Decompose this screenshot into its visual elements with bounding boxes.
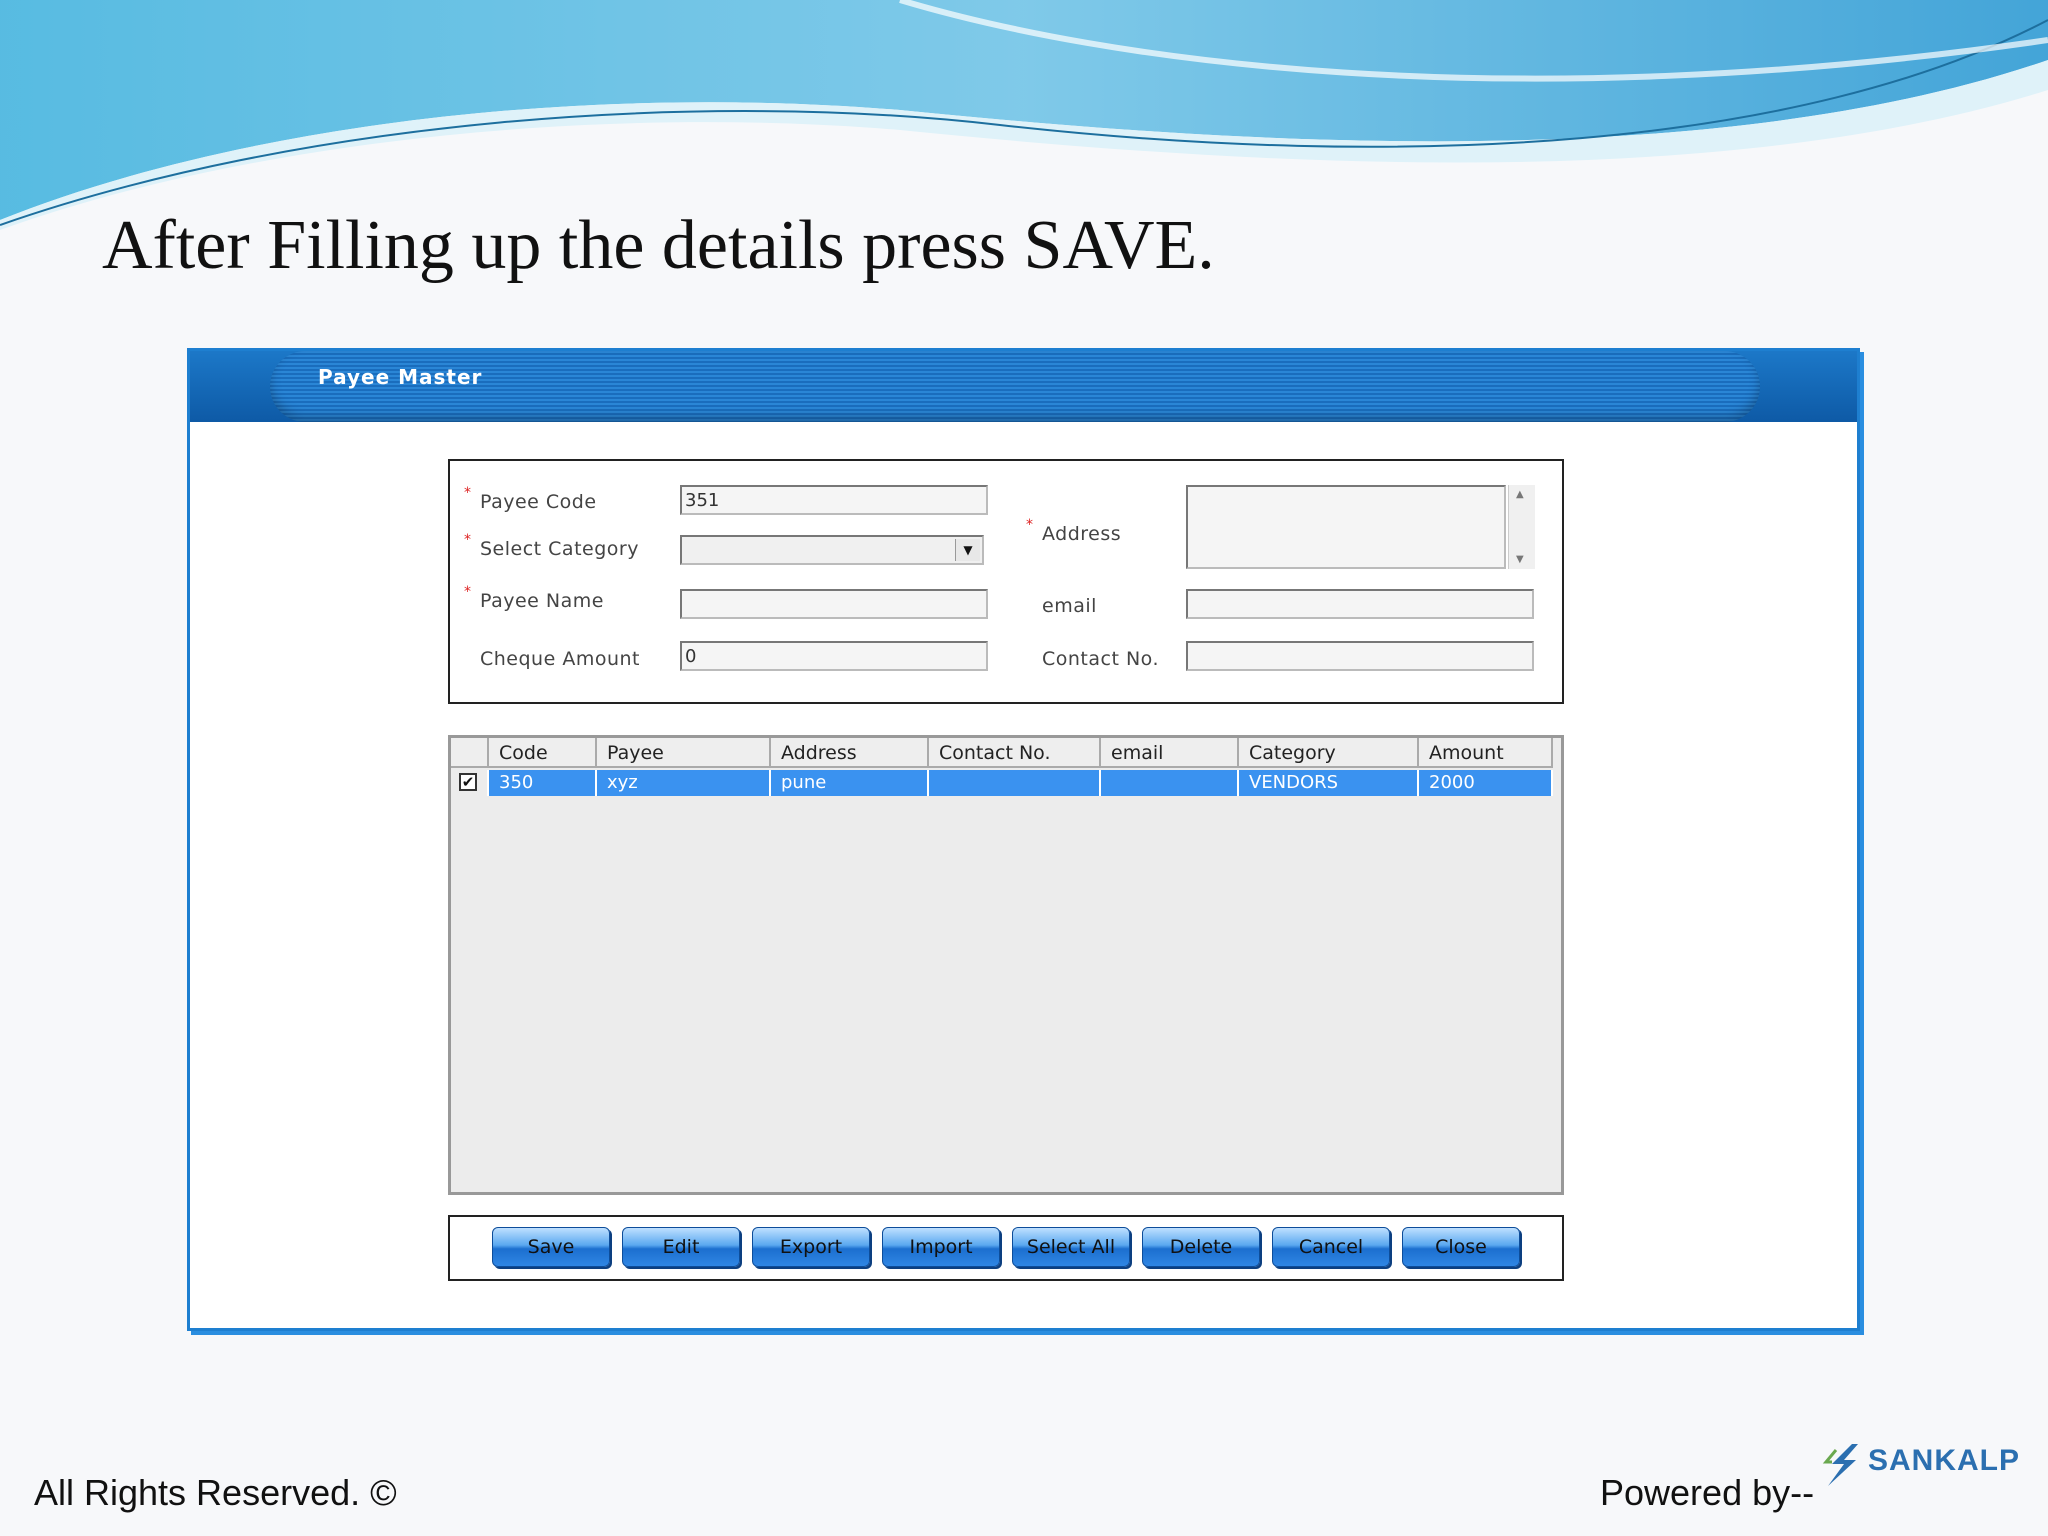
- close-button[interactable]: Close: [1402, 1227, 1520, 1267]
- column-header-email[interactable]: email: [1101, 738, 1239, 768]
- column-header-category[interactable]: Category: [1239, 738, 1419, 768]
- cell-address: pune: [771, 770, 929, 796]
- column-header-amount[interactable]: Amount: [1419, 738, 1553, 768]
- column-header-contact[interactable]: Contact No.: [929, 738, 1101, 768]
- payee-code-input[interactable]: [680, 485, 988, 515]
- row-checkbox[interactable]: ✔: [459, 773, 477, 791]
- select-all-button[interactable]: Select All: [1012, 1227, 1130, 1267]
- payee-code-label: Payee Code: [464, 485, 597, 513]
- footer-powered-by: Powered by--: [1600, 1472, 1815, 1513]
- window-title: Payee Master: [318, 365, 483, 389]
- email-input[interactable]: [1186, 589, 1534, 619]
- payee-form: Payee Code Select Category ▼ Payee Name …: [448, 459, 1564, 704]
- import-button[interactable]: Import: [882, 1227, 1000, 1267]
- footer-copyright: All Rights Reserved. ©: [34, 1472, 397, 1513]
- cheque-amount-input[interactable]: [680, 641, 988, 671]
- table-row[interactable]: ✔ 350 xyz pune VENDORS 2000: [451, 770, 1561, 796]
- export-button[interactable]: Export: [752, 1227, 870, 1267]
- scroll-up-icon[interactable]: ▲: [1516, 489, 1524, 500]
- column-header-payee[interactable]: Payee: [597, 738, 771, 768]
- cell-payee: xyz: [597, 770, 771, 796]
- chevron-down-icon[interactable]: ▼: [955, 539, 980, 561]
- payee-name-input[interactable]: [680, 589, 988, 619]
- cell-contact: [929, 770, 1101, 796]
- edit-button[interactable]: Edit: [622, 1227, 740, 1267]
- logo-wordmark: SANKALP: [1868, 1444, 2021, 1477]
- address-scrollbar[interactable]: ▲ ▼: [1508, 485, 1535, 569]
- window-titlebar: Payee Master: [190, 351, 1857, 422]
- grid-header: Code Payee Address Contact No. email Cat…: [451, 738, 1561, 768]
- address-label: Address: [1026, 517, 1121, 545]
- row-check-cell: ✔: [451, 770, 489, 796]
- column-header-address[interactable]: Address: [771, 738, 929, 768]
- select-category-label: Select Category: [464, 532, 639, 560]
- category-select[interactable]: ▼: [680, 535, 984, 565]
- payee-master-window: Payee Master Payee Code Select Category …: [187, 348, 1860, 1331]
- column-header-code[interactable]: Code: [489, 738, 597, 768]
- contact-input[interactable]: [1186, 641, 1534, 671]
- header-wave-decoration: [0, 0, 2048, 230]
- save-button[interactable]: Save: [492, 1227, 610, 1267]
- sankalp-logo: SANKALP: [1822, 1440, 2019, 1500]
- cell-amount: 2000: [1419, 770, 1553, 796]
- cell-code: 350: [489, 770, 597, 796]
- scroll-down-icon[interactable]: ▼: [1516, 554, 1524, 565]
- cell-category: VENDORS: [1239, 770, 1419, 796]
- delete-button[interactable]: Delete: [1142, 1227, 1260, 1267]
- payee-name-label: Payee Name: [464, 584, 604, 612]
- address-textarea[interactable]: [1186, 485, 1506, 569]
- button-bar: Save Edit Export Import Select All Delet…: [448, 1215, 1564, 1281]
- window-title-tab: Payee Master: [270, 351, 1760, 422]
- contact-label: Contact No.: [1042, 648, 1160, 670]
- slide-title: After Filling up the details press SAVE.: [102, 207, 1215, 284]
- grid-header-check: [451, 738, 489, 768]
- email-label: email: [1042, 595, 1097, 617]
- cancel-button[interactable]: Cancel: [1272, 1227, 1390, 1267]
- logo-mark-icon: [1822, 1444, 1858, 1486]
- cell-email: [1101, 770, 1239, 796]
- payee-grid: Code Payee Address Contact No. email Cat…: [448, 735, 1564, 1195]
- cheque-amount-label: Cheque Amount: [480, 648, 640, 670]
